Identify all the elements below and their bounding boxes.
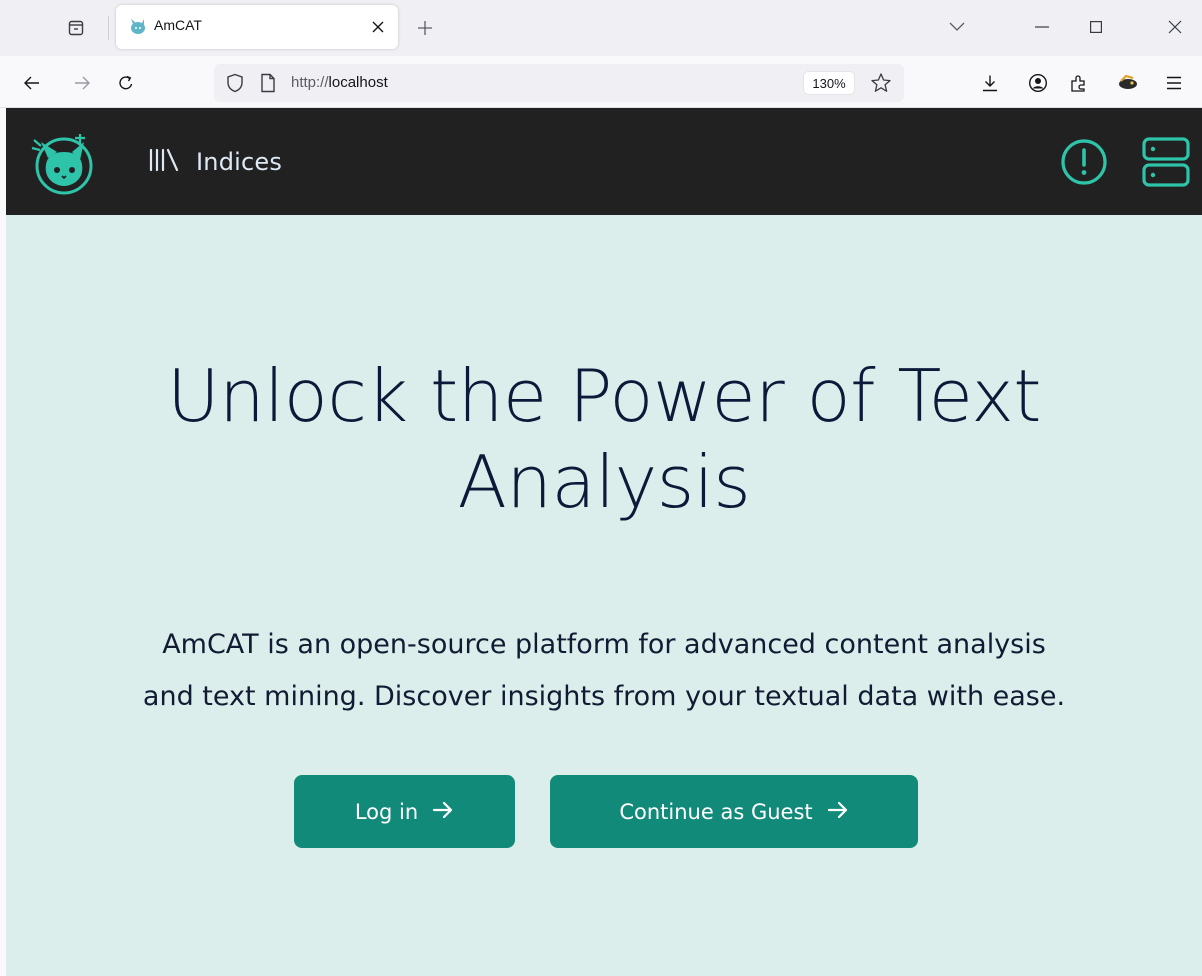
arrow-right-icon [827,800,849,824]
back-arrow-icon[interactable] [18,69,46,97]
tab-amcat[interactable]: AmCAT [116,5,398,49]
forward-arrow-icon[interactable] [68,69,96,97]
url-bar[interactable]: http://localhost 130% [214,64,904,102]
hero-section: Unlock the Power of Text Analysis AmCAT … [6,215,1202,976]
extensions-icon[interactable] [1064,69,1092,97]
url-text[interactable]: http://localhost [291,74,388,91]
amcat-cat-logo[interactable] [24,128,100,196]
extension-icon[interactable] [1114,69,1142,97]
star-icon[interactable] [870,72,892,98]
nav-indices-link[interactable]: Indices [148,144,282,180]
reload-icon[interactable] [112,69,140,97]
alert-circle-icon[interactable] [1058,136,1110,188]
browser-navbar: http://localhost 130% [0,56,1202,108]
continue-as-guest-button[interactable]: Continue as Guest [550,775,918,848]
download-icon[interactable] [976,69,1004,97]
zoom-level-badge[interactable]: 130% [804,72,854,94]
url-prefix: http:// [291,74,329,91]
login-button[interactable]: Log in [294,775,515,848]
server-icon[interactable] [1140,136,1192,188]
page-icon[interactable] [260,73,276,97]
tab-title: AmCAT [154,17,202,33]
menu-icon[interactable] [1160,69,1188,97]
arrow-right-icon [432,800,454,824]
guest-button-label: Continue as Guest [619,799,813,824]
nav-indices-label: Indices [196,148,283,176]
plus-icon[interactable] [412,15,438,41]
minimize-icon[interactable] [1027,12,1057,42]
login-button-label: Log in [354,799,419,824]
tab-list-icon[interactable] [64,15,88,41]
amcat-cat-favicon [128,18,146,36]
hero-title: Unlock the Power of Text Analysis [6,353,1202,525]
window-close-icon[interactable] [1160,12,1190,42]
shield-icon[interactable] [226,73,244,97]
library-icon [148,147,180,177]
account-icon[interactable] [1024,69,1052,97]
browser-tabstrip: AmCAT [0,0,1202,56]
hero-description-line-1: AmCAT is an open-source platform for adv… [162,629,1046,660]
maximize-icon[interactable] [1081,12,1111,42]
hero-title-line-2: Analysis [457,440,751,524]
hero-description: AmCAT is an open-source platform for adv… [6,619,1202,723]
app-header: Indices [6,108,1202,215]
chevron-down-icon[interactable] [942,12,972,42]
hero-title-line-1: Unlock the Power of Text [166,354,1042,438]
close-icon[interactable] [366,15,390,39]
tab-separator [108,16,109,40]
url-host: localhost [328,74,388,91]
hero-description-line-2: and text mining. Discover insights from … [142,681,1066,712]
